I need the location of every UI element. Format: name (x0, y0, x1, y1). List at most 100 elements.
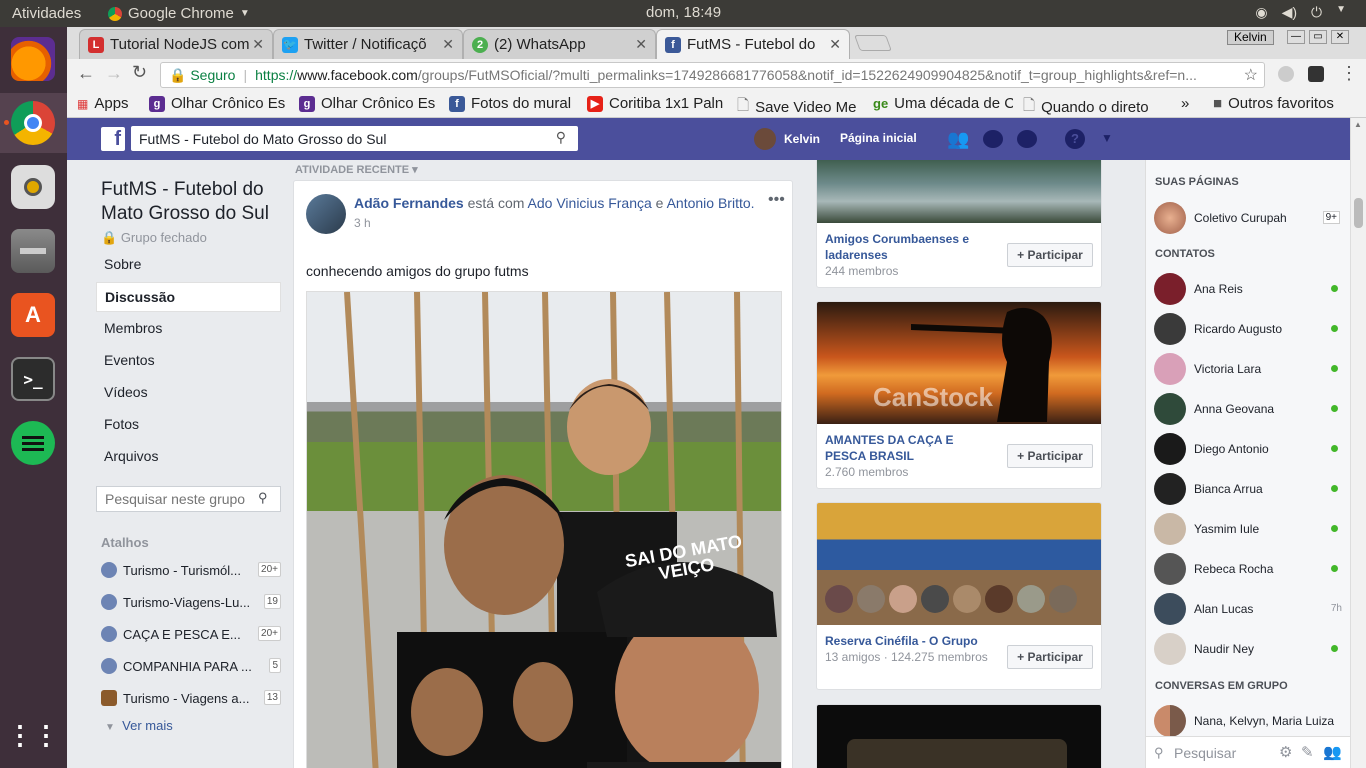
bookmark-star-icon[interactable]: ☆ (1243, 65, 1258, 85)
shortcut-item[interactable]: COMPANHIA PARA ... 5 (101, 656, 281, 676)
nav-sobre[interactable]: Sobre (96, 250, 281, 280)
contact-item[interactable]: Bianca Arrua (1154, 469, 1344, 509)
files-icon[interactable] (11, 229, 55, 273)
power-icon[interactable]: ⏻ (1311, 4, 1322, 21)
author-avatar[interactable] (306, 194, 346, 234)
group-cover-image[interactable]: CanStock (817, 302, 1101, 424)
messenger-icon[interactable] (983, 130, 1003, 148)
gear-icon[interactable]: ⚙ (1279, 743, 1292, 761)
contact-item[interactable]: Naudir Ney (1154, 629, 1344, 669)
join-group-button[interactable]: + Participar (1007, 645, 1093, 669)
profile-link[interactable]: Kelvin (754, 128, 820, 150)
friend-requests-icon[interactable]: 👥 (947, 129, 969, 150)
minimize-icon[interactable]: — (1287, 30, 1305, 44)
wifi-icon[interactable]: ◉ (1255, 4, 1267, 21)
contact-item[interactable]: Yasmim Iule (1154, 509, 1344, 549)
bookmark-uma-decada[interactable]: ge Uma década de C (873, 95, 1013, 112)
nav-arquivos[interactable]: Arquivos (96, 442, 281, 472)
group-name-link[interactable]: AMANTES DA CAÇA E PESCA BRASIL (825, 432, 990, 464)
clock[interactable]: dom, 18:49 (646, 4, 721, 21)
bookmark-apps[interactable]: ▦ Apps (77, 95, 129, 112)
contact-item[interactable]: Diego Antonio (1154, 429, 1344, 469)
contact-item[interactable]: Ricardo Augusto (1154, 309, 1344, 349)
chrome-icon[interactable] (11, 101, 55, 145)
bookmark-fotos-mural[interactable]: f Fotos do mural (449, 95, 579, 112)
account-menu-icon[interactable]: ▼ (1101, 131, 1113, 145)
forward-arrow-icon[interactable]: → (105, 63, 123, 84)
group-name-link[interactable]: Amigos Corumbaenses e ladarenses (825, 231, 990, 263)
group-search-input[interactable] (96, 486, 281, 512)
bookmark-olhar-cronico-1[interactable]: g Olhar Crônico Es (149, 95, 289, 112)
page-scrollbar[interactable]: ▲ (1350, 118, 1366, 768)
url-input[interactable]: 🔒 Seguro | https://www.facebook.com/grou… (160, 62, 1265, 88)
maximize-icon[interactable]: ▭ (1309, 30, 1327, 44)
join-group-button[interactable]: + Participar (1007, 243, 1093, 267)
extension-icon[interactable] (1278, 66, 1294, 82)
help-icon[interactable]: ? (1065, 129, 1085, 149)
contact-item[interactable]: Alan Lucas 7h (1154, 589, 1344, 629)
post-options-icon[interactable]: ••• (768, 191, 785, 209)
compose-icon[interactable]: ✎ (1301, 743, 1314, 761)
bookmarks-overflow[interactable]: » (1181, 95, 1189, 112)
tagged-user-link[interactable]: Ado Vinicius França (528, 195, 652, 211)
chevron-down-icon[interactable]: ▼ (1336, 4, 1346, 21)
post-time[interactable]: 3 h (354, 216, 371, 230)
group-name-link[interactable]: Reserva Cinéfila - O Grupo (825, 633, 990, 649)
group-name[interactable]: FutMS - Futebol do Mato Grosso do Sul (101, 178, 291, 226)
tagged-user-link[interactable]: Antonio Britto. (667, 195, 755, 211)
search-icon[interactable]: ⚲ (258, 490, 268, 506)
bookmark-other-folder[interactable]: ■ Outros favoritos (1213, 95, 1334, 112)
activities-button[interactable]: Atividades (12, 5, 81, 22)
group-conversation-item[interactable]: Nana, Kelvyn, Maria Luiza (1154, 701, 1344, 741)
rhythmbox-icon[interactable] (11, 165, 55, 209)
group-cover-image[interactable] (847, 739, 1067, 768)
tab-nodejs[interactable]: L Tutorial NodeJS com ✕ (79, 29, 273, 59)
tab-futms[interactable]: f FutMS - Futebol do ✕ (656, 29, 850, 59)
recent-activity-header[interactable]: ATIVIDADE RECENTE ▾ (295, 163, 418, 176)
extension-icon[interactable] (1308, 66, 1324, 82)
contact-item[interactable]: Rebeca Rocha (1154, 549, 1344, 589)
facebook-search-input[interactable]: FutMS - Futebol do Mato Grosso do Sul ⚲ (131, 126, 578, 151)
nav-videos[interactable]: Vídeos (96, 378, 281, 408)
close-tab-icon[interactable]: ✕ (635, 36, 647, 53)
back-arrow-icon[interactable]: ← (77, 63, 95, 84)
shortcut-item[interactable]: Turismo-Viagens-Lu... 19 (101, 592, 281, 612)
nav-eventos[interactable]: Eventos (96, 346, 281, 376)
home-link[interactable]: Página inicial (840, 131, 917, 145)
shortcut-item[interactable]: CAÇA E PESCA E... 20+ (101, 624, 281, 644)
notifications-globe-icon[interactable] (1017, 130, 1037, 148)
terminal-icon[interactable]: >_ (11, 357, 55, 401)
software-center-icon[interactable]: A (11, 293, 55, 337)
scroll-up-icon[interactable]: ▲ (1354, 120, 1362, 129)
close-tab-icon[interactable]: ✕ (252, 36, 264, 53)
new-tab-button[interactable] (854, 35, 892, 51)
post-photo[interactable]: SAI DO MATO VEIÇO (306, 291, 782, 768)
see-more-link[interactable]: ▼ Ver mais (105, 718, 173, 733)
nav-discussao[interactable]: Discussão (96, 282, 281, 312)
nav-fotos[interactable]: Fotos (96, 410, 281, 440)
contact-item[interactable]: Anna Geovana (1154, 389, 1344, 429)
scrollbar-thumb[interactable] (1354, 198, 1363, 228)
close-tab-icon[interactable]: ✕ (442, 36, 454, 53)
search-icon[interactable]: ⚲ (556, 129, 566, 146)
chat-search-input[interactable]: Pesquisar (1174, 745, 1236, 761)
bookmark-coritiba[interactable]: ▶ Coritiba 1x1 Paln (587, 95, 727, 112)
reload-icon[interactable]: ↻ (132, 62, 147, 83)
tab-whatsapp[interactable]: 2 (2) WhatsApp ✕ (463, 29, 656, 59)
bookmark-save-video[interactable]: 🗋 Save Video Me (737, 95, 867, 120)
system-tray[interactable]: ◉ ◀) ⏻ ▼ (1255, 4, 1346, 21)
app-menu[interactable]: Google Chrome ▼ (108, 5, 250, 22)
facebook-logo-icon[interactable]: f (101, 127, 125, 151)
shortcut-item[interactable]: Turismo - Turismól... 20+ (101, 560, 281, 580)
contact-item[interactable]: Victoria Lara (1154, 349, 1344, 389)
group-cover-image[interactable] (817, 503, 1101, 625)
chrome-menu-icon[interactable]: ⋮ (1340, 63, 1358, 84)
profile-name[interactable]: Kelvin (1227, 30, 1274, 45)
spotify-icon[interactable] (11, 421, 55, 465)
show-apps-icon[interactable]: ⋮⋮ (7, 713, 59, 757)
new-group-icon[interactable]: 👥 (1323, 743, 1342, 761)
author-link[interactable]: Adão Fernandes (354, 195, 464, 211)
bookmark-olhar-cronico-2[interactable]: g Olhar Crônico Es (299, 95, 439, 112)
firefox-icon[interactable] (11, 37, 55, 81)
shortcut-item[interactable]: Turismo - Viagens a... 13 (101, 688, 281, 708)
